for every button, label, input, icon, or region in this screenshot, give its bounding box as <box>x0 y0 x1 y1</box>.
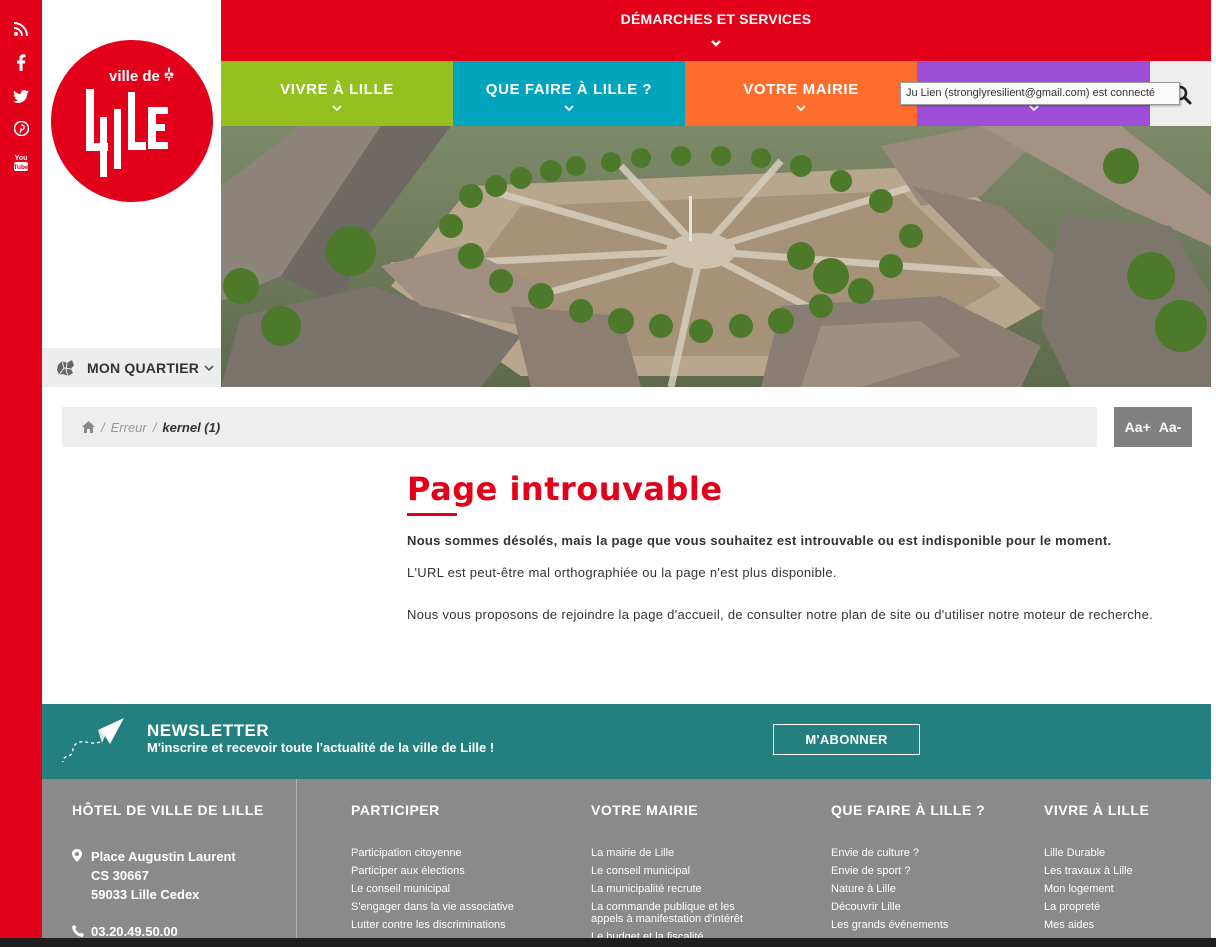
twitter-icon[interactable] <box>9 84 33 108</box>
footer-col-title: VIVRE À LILLE <box>1044 802 1150 818</box>
footer-col-votre-mairie: VOTRE MAIRIE La mairie de Lille Le conse… <box>591 802 766 946</box>
footer-link[interactable]: Le conseil municipal <box>351 880 514 898</box>
chevron-down-icon <box>711 40 721 47</box>
breadcrumb-erreur[interactable]: Erreur <box>111 420 147 435</box>
breadcrumb: / Erreur / kernel (1) <box>62 407 1097 447</box>
footer-link[interactable]: Le conseil municipal <box>591 862 766 880</box>
nav-label <box>917 61 1150 81</box>
demarches-banner[interactable]: DÉMARCHES ET SERVICES <box>221 0 1211 61</box>
footer-link[interactable]: Envie de sport ? <box>831 862 985 880</box>
facebook-icon[interactable] <box>9 50 33 74</box>
footer-link[interactable]: La mairie de Lille <box>591 844 766 862</box>
phone-icon <box>72 925 84 937</box>
footer-link[interactable]: Les travaux à Lille <box>1044 862 1149 880</box>
demarches-label: DÉMARCHES ET SERVICES <box>620 11 812 27</box>
rss-icon[interactable] <box>9 17 33 41</box>
newsletter-band: NEWSLETTER M'inscrire et recevoir toute … <box>42 704 1211 779</box>
footer-address: Place Augustin Laurent CS 30667 59033 Li… <box>91 847 236 904</box>
footer-link[interactable]: Lille Durable <box>1044 844 1149 862</box>
logo-area: ville de <box>42 0 221 348</box>
hero-image <box>221 126 1211 387</box>
footer-link[interactable]: Nature à Lille <box>831 880 985 898</box>
footer-link[interactable]: La municipalité recrute <box>591 880 766 898</box>
footer-link[interactable]: La propreté <box>1044 898 1149 916</box>
footer-col-title: QUE FAIRE À LILLE ? <box>831 802 986 818</box>
error-message-bold: Nous sommes désolés, mais la page que vo… <box>407 533 1112 548</box>
lille-logo[interactable]: ville de <box>51 40 213 202</box>
footer-col-participer: PARTICIPER Participation citoyenne Parti… <box>351 802 514 934</box>
paper-plane-icon <box>62 718 124 763</box>
address-line: Place Augustin Laurent <box>91 849 236 864</box>
nav-label: VOTRE MAIRIE <box>743 81 859 98</box>
fleur-de-lis-icon <box>164 67 174 81</box>
address-line: CS 30667 <box>91 868 149 883</box>
breadcrumb-current: kernel (1) <box>162 419 221 435</box>
footer-link[interactable]: La commande publique et les appels à man… <box>591 898 766 928</box>
error-message-suggestion: Nous vous proposons de rejoindre la page… <box>407 607 1154 622</box>
font-decrease-button[interactable]: Aa- <box>1159 419 1182 435</box>
nav-vivre-a-lille[interactable]: VIVRE À LILLE <box>221 61 453 126</box>
chevron-down-icon <box>332 105 342 112</box>
font-increase-button[interactable]: Aa+ <box>1125 419 1151 435</box>
map-icon <box>54 356 78 380</box>
logo-wordmark <box>86 89 168 177</box>
nav-que-faire-a-lille[interactable]: QUE FAIRE À LILLE ? <box>453 61 685 126</box>
footer-link[interactable]: Lutter contre les discriminations <box>351 916 514 934</box>
newsletter-subtitle: M'inscrire et recevoir toute l'actualité… <box>147 740 495 755</box>
footer-hotel-title: HÔTEL DE VILLE DE LILLE <box>72 802 264 818</box>
mon-quartier-selector[interactable]: MON QUARTIER <box>42 348 221 387</box>
footer-col-title: PARTICIPER <box>351 802 440 818</box>
mon-quartier-label: MON QUARTIER <box>87 359 200 376</box>
footer-divider <box>296 779 297 947</box>
chevron-down-icon <box>203 362 215 374</box>
footer-link[interactable]: Mes aides <box>1044 916 1149 934</box>
nav-label: QUE FAIRE À LILLE ? <box>485 81 653 98</box>
title-underline <box>407 513 457 516</box>
svg-text:You: You <box>15 155 28 162</box>
youtube-icon[interactable]: You Tube <box>9 150 33 174</box>
location-pin-icon <box>72 849 82 862</box>
error-message-url: L'URL est peut-être mal orthographiée ou… <box>407 565 837 580</box>
breadcrumb-separator: / <box>152 419 157 435</box>
chevron-down-icon <box>564 105 574 112</box>
footer-phone[interactable]: 03.20.49.50.00 <box>91 924 178 939</box>
footer-col-title: VOTRE MAIRIE <box>591 802 699 818</box>
footer-link[interactable]: Découvrir Lille <box>831 898 985 916</box>
subscribe-button[interactable]: M'ABONNER <box>773 724 920 755</box>
svg-text:Tube: Tube <box>14 164 28 171</box>
home-icon[interactable] <box>82 420 95 434</box>
footer: HÔTEL DE VILLE DE LILLE Place Augustin L… <box>42 779 1211 947</box>
footer-link[interactable]: Participer aux élections <box>351 862 514 880</box>
nav-label: VIVRE À LILLE <box>280 81 394 98</box>
user-tooltip: Ju Lien (stronglyresilient@gmail.com) es… <box>900 82 1180 105</box>
footer-col-vivre: VIVRE À LILLE Lille Durable Les travaux … <box>1044 802 1149 934</box>
social-sidebar: You Tube <box>0 0 42 947</box>
font-size-controls: Aa+ Aa- <box>1114 407 1192 447</box>
footer-link[interactable]: Participation citoyenne <box>351 844 514 862</box>
nav-votre-mairie[interactable]: VOTRE MAIRIE <box>685 61 917 126</box>
citadel-aerial-photo <box>221 126 1211 387</box>
footer-link[interactable]: Envie de culture ? <box>831 844 985 862</box>
footer-link[interactable]: S'engager dans la vie associative <box>351 898 514 916</box>
logo-villede: ville de <box>109 68 160 85</box>
breadcrumb-separator: / <box>101 419 105 435</box>
chevron-down-icon <box>796 105 806 112</box>
address-line: 59033 Lille Cedex <box>91 887 200 902</box>
newsletter-title: NEWSLETTER <box>147 721 270 740</box>
taskbar-strip <box>0 938 1216 947</box>
footer-link[interactable]: Les grands événements <box>831 916 985 934</box>
page-title: Page introuvable <box>407 470 723 508</box>
footer-link[interactable]: Mon logement <box>1044 880 1149 898</box>
footer-col-que-faire: QUE FAIRE À LILLE ? Envie de culture ? E… <box>831 802 985 934</box>
pinterest-icon[interactable] <box>9 116 33 140</box>
